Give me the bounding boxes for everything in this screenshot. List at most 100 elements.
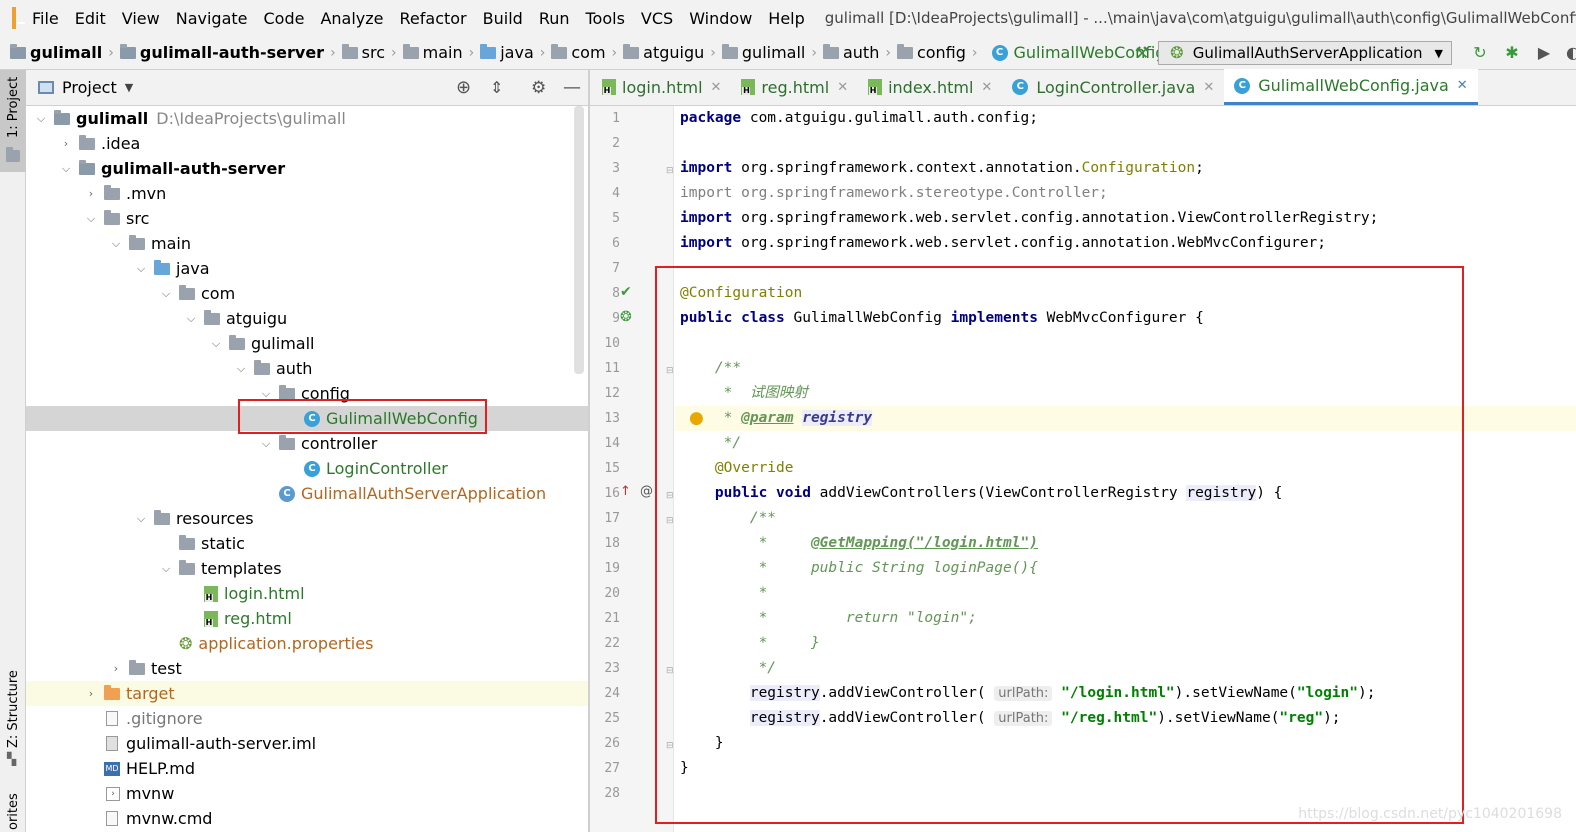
module-icon (79, 159, 95, 175)
menu-navigate[interactable]: Navigate (176, 9, 248, 28)
code-text: com.atguigu.gulimall.auth.config; (741, 110, 1038, 126)
tree-item[interactable]: ⌵ java (26, 256, 588, 281)
ide-window: File Edit View Navigate Code Analyze Ref… (0, 0, 1576, 832)
tree-item[interactable]: ⌵ auth (26, 356, 588, 381)
shell-file-icon: › (106, 786, 120, 801)
menu-run[interactable]: Run (539, 9, 570, 28)
menu-help[interactable]: Help (768, 9, 804, 28)
tree-item[interactable]: ⌵ src (26, 206, 588, 231)
tree-item[interactable]: reg.html (26, 606, 588, 631)
tree-item[interactable]: ❂ application.properties (26, 631, 588, 656)
tab-label: login.html (622, 77, 703, 97)
project-view-title[interactable]: Project (62, 78, 117, 97)
breadcrumb-item[interactable]: gulimall › (10, 43, 114, 62)
debug-bug-icon[interactable]: ✱ (1502, 43, 1522, 63)
breadcrumb-item[interactable]: src › (341, 43, 397, 62)
spring-bean-icon[interactable]: ✔ (620, 284, 632, 300)
menu-window[interactable]: Window (689, 9, 752, 28)
breadcrumb-item[interactable]: java › (480, 43, 545, 62)
tree-item[interactable]: gulimall-auth-server.iml (26, 731, 588, 756)
tree-item-label: resources (176, 509, 254, 528)
tab-login-html[interactable]: login.html ✕ (590, 69, 731, 105)
tree-item[interactable]: mvnw.cmd (26, 806, 588, 831)
tree-item[interactable]: .gitignore (26, 706, 588, 731)
breadcrumb-item[interactable]: main › (402, 43, 474, 62)
chevron-right-icon: › (330, 44, 336, 61)
tree-item[interactable]: C LoginController (26, 456, 588, 481)
override-method-icon[interactable]: ↑ (620, 484, 631, 499)
rerun-icon[interactable]: ↻ (1470, 43, 1490, 63)
breadcrumb-item[interactable]: com › (551, 43, 617, 62)
package-icon (551, 43, 568, 59)
build-hammer-icon[interactable]: ⚒ (1132, 43, 1152, 63)
structure-tool-tab[interactable]: Z: Structure ▚ (0, 670, 26, 770)
menu-vcs[interactable]: VCS (641, 9, 673, 28)
tree-item[interactable]: static (26, 531, 588, 556)
gear-icon[interactable]: ⚙ (531, 78, 546, 98)
chevron-down-icon: ⌵ (261, 436, 271, 450)
tree-item[interactable]: ⌵ controller (26, 431, 588, 456)
tree-item[interactable]: › target (26, 681, 588, 706)
hide-panel-icon[interactable]: — (563, 77, 581, 98)
breadcrumb-item[interactable]: gulimall-auth-server › (119, 43, 336, 62)
coverage-icon[interactable]: ▶ (1534, 43, 1554, 63)
close-icon[interactable]: ✕ (1457, 78, 1468, 93)
close-icon[interactable]: ✕ (981, 80, 992, 95)
tab-index-html[interactable]: index.html ✕ (858, 69, 1002, 105)
tree-item[interactable]: login.html (26, 581, 588, 606)
fold-icon[interactable]: ⊟ (666, 166, 674, 176)
tree-item[interactable]: ⌵ resources (26, 506, 588, 531)
menu-view[interactable]: View (122, 9, 160, 28)
line-number: 16 (604, 486, 620, 501)
line-number: 25 (604, 711, 620, 726)
breadcrumb-label: src (361, 43, 386, 62)
favorites-tool-tab[interactable]: orites (0, 785, 26, 832)
line-number: 14 (604, 436, 620, 451)
tree-item[interactable]: ⌵ gulimall D:\IdeaProjects\gulimall (26, 106, 588, 131)
menu-analyze[interactable]: Analyze (320, 9, 383, 28)
menu-edit[interactable]: Edit (75, 9, 106, 28)
menu-build[interactable]: Build (483, 9, 523, 28)
menu-file[interactable]: File (32, 9, 59, 28)
spring-mapping-icon[interactable]: @ (640, 484, 653, 499)
tree-item[interactable]: ⌵ gulimall-auth-server (26, 156, 588, 181)
breadcrumb-item[interactable]: gulimall › (721, 43, 817, 62)
project-tree: ⌵ gulimall D:\IdeaProjects\gulimall › .idea… (26, 106, 588, 832)
folder-icon (129, 234, 145, 250)
breadcrumb-item[interactable]: config › (896, 43, 978, 62)
close-icon[interactable]: ✕ (711, 80, 722, 95)
tab-gulimall-web-config[interactable]: C GulimallWebConfig.java ✕ (1224, 69, 1478, 105)
spring-bean-icon[interactable]: ❂ (620, 309, 632, 325)
tree-item[interactable]: › .idea (26, 131, 588, 156)
tree-item[interactable]: ⌵ gulimall (26, 331, 588, 356)
tree-item[interactable]: › .mvn (26, 181, 588, 206)
tab-reg-html[interactable]: reg.html ✕ (731, 69, 858, 105)
project-tool-tab[interactable]: 1: Project (0, 70, 26, 172)
breadcrumb-item[interactable]: auth › (822, 43, 891, 62)
tree-item[interactable]: ⌵ atguigu (26, 306, 588, 331)
menu-tools[interactable]: Tools (586, 9, 625, 28)
run-configuration-select[interactable]: ❂ GulimallAuthServerApplication ▼ (1157, 41, 1452, 65)
close-icon[interactable]: ✕ (1203, 80, 1214, 95)
tree-item[interactable]: › test (26, 656, 588, 681)
tree-item[interactable]: C GulimallAuthServerApplication (26, 481, 588, 506)
menu-refactor[interactable]: Refactor (400, 9, 467, 28)
line-number: 26 (604, 736, 620, 751)
close-icon[interactable]: ✕ (837, 80, 848, 95)
menu-code[interactable]: Code (264, 9, 305, 28)
tree-scrollbar[interactable] (574, 106, 584, 374)
tree-item[interactable]: ⌵ templates (26, 556, 588, 581)
tree-item[interactable]: › mvnw (26, 781, 588, 806)
collapse-all-icon[interactable]: ⇕ (490, 78, 503, 97)
class-icon: C (1234, 77, 1251, 94)
breadcrumb-item[interactable]: atguigu › (623, 43, 716, 62)
locate-target-icon[interactable]: ⊕ (456, 77, 471, 98)
breadcrumb-label: java (500, 43, 534, 62)
tree-item[interactable]: MD HELP.md (26, 756, 588, 781)
profile-icon[interactable]: ◐ (1566, 43, 1576, 63)
tree-item[interactable]: ⌵ main (26, 231, 588, 256)
chevron-down-icon[interactable]: ▼ (125, 81, 133, 94)
tree-item[interactable]: ⌵ com (26, 281, 588, 306)
chevron-down-icon: ⌵ (86, 211, 96, 225)
tab-login-controller[interactable]: C LoginController.java ✕ (1002, 69, 1224, 105)
